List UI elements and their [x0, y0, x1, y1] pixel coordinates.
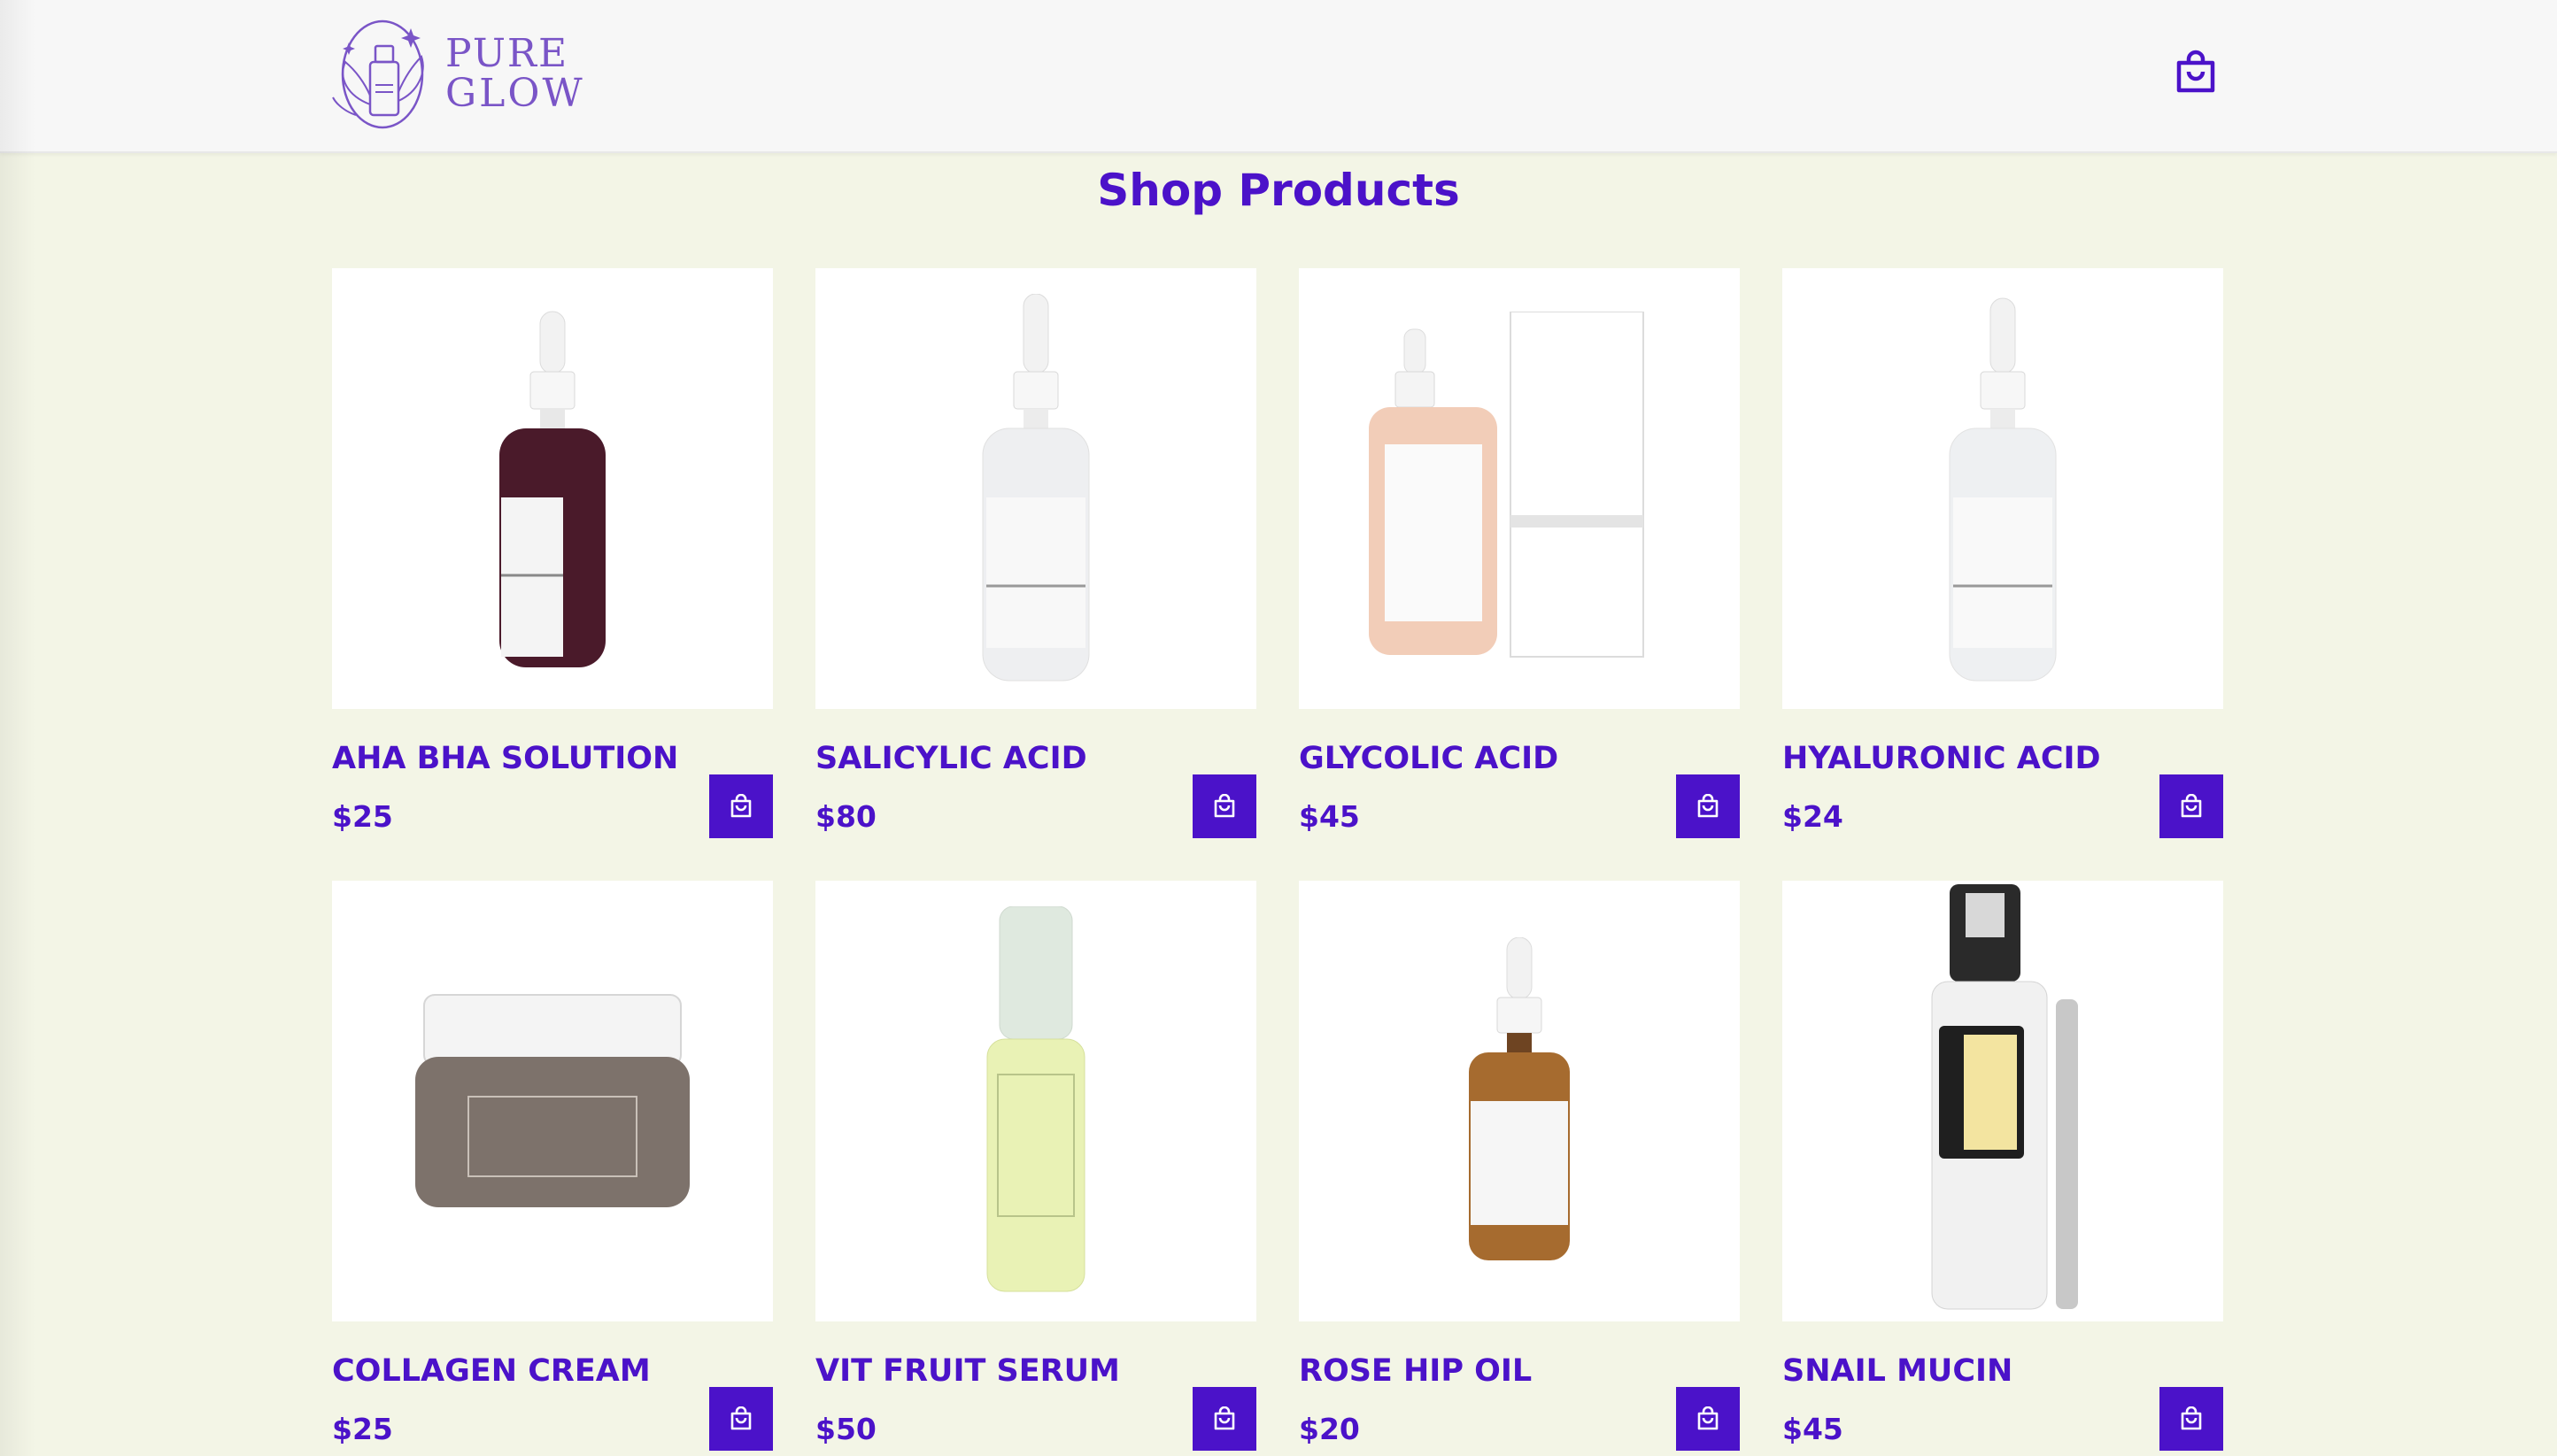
product-name[interactable]: SNAIL MUCIN — [1782, 1353, 2012, 1389]
product-price: $45 — [1782, 1412, 1843, 1446]
product-image[interactable] — [332, 268, 773, 709]
serum-pump-bottle-image — [986, 906, 1085, 1292]
product-card[interactable]: HYALURONIC ACID $24 — [1782, 268, 2223, 838]
brand-name-line2: GLOW — [445, 70, 585, 116]
product-price: $25 — [332, 1412, 393, 1446]
product-name[interactable]: GLYCOLIC ACID — [1299, 741, 1558, 776]
shopping-bag-icon — [2176, 50, 2215, 93]
product-image[interactable] — [815, 268, 1256, 709]
product-card[interactable]: VIT FRUIT SERUM $50 — [815, 881, 1256, 1451]
add-to-cart-button[interactable] — [2159, 774, 2223, 838]
page-title: Shop Products — [1097, 165, 1460, 216]
site-header: PURE GLOW — [0, 0, 2557, 153]
brand-logo[interactable]: PURE GLOW — [329, 13, 586, 133]
dropper-bottle-image — [1949, 297, 2057, 682]
shopping-bag-icon — [2181, 794, 2202, 818]
product-card[interactable]: AHA BHA SOLUTION $25 — [332, 268, 773, 838]
dropper-bottle-image — [1469, 937, 1570, 1260]
shopping-bag-icon — [1697, 1406, 1719, 1430]
product-image[interactable] — [1782, 268, 2223, 709]
brand-name-line1: PURE — [445, 30, 569, 76]
product-name[interactable]: COLLAGEN CREAM — [332, 1353, 651, 1389]
product-image[interactable] — [332, 881, 773, 1321]
shopping-bag-icon — [2181, 1406, 2202, 1430]
add-to-cart-button[interactable] — [1193, 774, 1256, 838]
product-price: $24 — [1782, 799, 1843, 834]
product-image[interactable] — [1299, 268, 1740, 709]
essence-bottle-image — [1931, 884, 2078, 1310]
product-card[interactable]: ROSE HIP OIL $20 — [1299, 881, 1740, 1451]
add-to-cart-button[interactable] — [2159, 1387, 2223, 1451]
add-to-cart-button[interactable] — [709, 774, 773, 838]
toner-bottle-with-box-image — [1369, 312, 1644, 658]
shopping-bag-icon — [1214, 1406, 1235, 1430]
product-price: $80 — [815, 799, 877, 834]
product-card[interactable]: COLLAGEN CREAM $25 — [332, 881, 773, 1451]
product-price: $50 — [815, 1412, 877, 1446]
product-name[interactable]: HYALURONIC ACID — [1782, 741, 2101, 776]
add-to-cart-button[interactable] — [1676, 774, 1740, 838]
cream-jar-image — [415, 994, 690, 1207]
brand-name: PURE GLOW — [445, 34, 585, 113]
add-to-cart-button[interactable] — [1193, 1387, 1256, 1451]
logo-emblem-icon — [332, 19, 424, 128]
product-name[interactable]: ROSE HIP OIL — [1299, 1353, 1532, 1389]
product-price: $45 — [1299, 799, 1360, 834]
shopping-bag-icon — [1697, 794, 1719, 818]
dropper-bottle-image — [499, 311, 606, 667]
product-card[interactable]: SALICYLIC ACID $80 — [815, 268, 1256, 838]
product-card[interactable]: GLYCOLIC ACID $45 — [1299, 268, 1740, 838]
product-card[interactable]: SNAIL MUCIN $45 — [1782, 881, 2223, 1451]
product-image[interactable] — [815, 881, 1256, 1321]
shopping-bag-icon — [730, 1406, 752, 1430]
dropper-bottle-image — [982, 294, 1090, 682]
page-edge-shadow — [0, 0, 35, 1456]
product-name[interactable]: VIT FRUIT SERUM — [815, 1353, 1120, 1389]
product-image[interactable] — [1782, 881, 2223, 1321]
header-cart-button[interactable] — [2172, 47, 2220, 96]
add-to-cart-button[interactable] — [1676, 1387, 1740, 1451]
product-image[interactable] — [1299, 881, 1740, 1321]
product-name[interactable]: AHA BHA SOLUTION — [332, 741, 678, 776]
shopping-bag-icon — [1214, 794, 1235, 818]
shopping-bag-icon — [730, 794, 752, 818]
add-to-cart-button[interactable] — [709, 1387, 773, 1451]
product-name[interactable]: SALICYLIC ACID — [815, 741, 1087, 776]
product-price: $20 — [1299, 1412, 1360, 1446]
product-price: $25 — [332, 799, 393, 834]
